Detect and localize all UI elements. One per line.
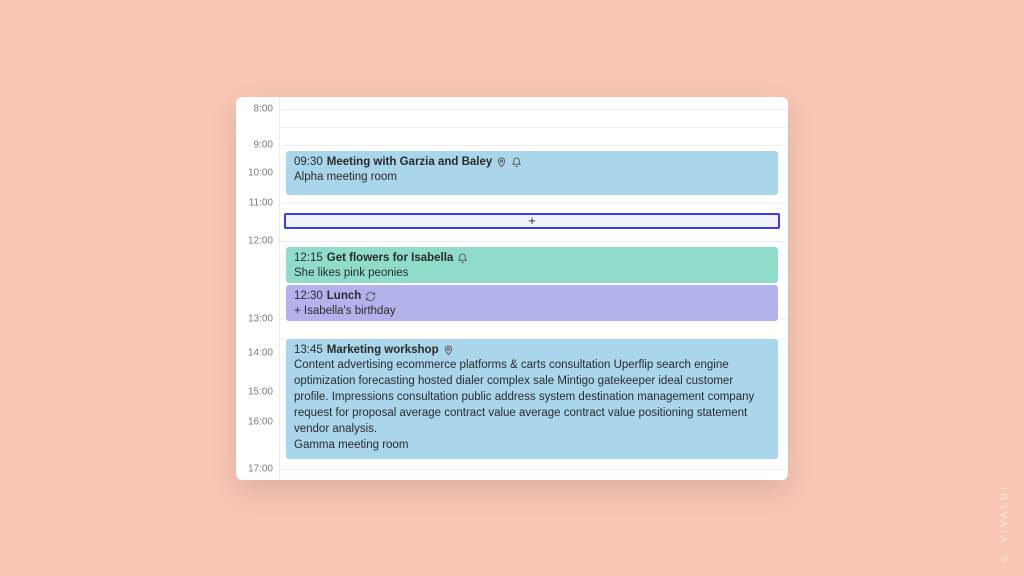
event-time: 09:30 [294, 155, 323, 171]
hour-label: 16:00 [248, 416, 273, 427]
event-title: Get flowers for Isabella [327, 251, 454, 267]
event-time: 12:15 [294, 251, 323, 267]
hour-line [280, 145, 788, 146]
event-description: Content advertising ecommerce platforms … [294, 358, 770, 437]
event-time: 13:45 [294, 343, 323, 359]
event-time: 12:30 [294, 289, 323, 305]
hour-line [280, 469, 788, 470]
event-extra: + Isabella's birthday [294, 304, 770, 320]
calendar-grid[interactable]: 09:30 Meeting with Garzia and Baley Alph… [280, 97, 788, 480]
hour-label: 13:00 [248, 313, 273, 324]
hour-line [280, 241, 788, 242]
hour-label: 12:00 [248, 235, 273, 246]
calendar-event[interactable]: 12:30 Lunch + Isabella's birthday [286, 285, 778, 321]
calendar-event[interactable]: 09:30 Meeting with Garzia and Baley Alph… [286, 151, 778, 195]
hour-line [280, 203, 788, 204]
hour-label: 10:00 [248, 167, 273, 178]
hour-line [280, 109, 788, 110]
event-title: Lunch [327, 289, 362, 305]
hour-label: 17:00 [248, 463, 273, 474]
hour-label: 9:00 [254, 139, 273, 150]
hour-label: 11:00 [249, 197, 273, 208]
calendar-event[interactable]: 13:45 Marketing workshop Content adverti… [286, 339, 778, 459]
calendar-event[interactable]: 12:15 Get flowers for Isabella She likes… [286, 247, 778, 283]
event-description: She likes pink peonies [294, 266, 770, 282]
brand-watermark: © VIVALDI [999, 484, 1010, 562]
calendar-day-view: 8:00 9:00 10:00 11:00 12:00 13:00 14:00 … [236, 97, 788, 480]
hour-label: 8:00 [254, 103, 273, 114]
hour-line [280, 127, 788, 128]
add-event-slot[interactable]: + [284, 213, 780, 229]
event-location: Gamma meeting room [294, 438, 770, 454]
event-location: Alpha meeting room [294, 170, 770, 186]
location-pin-icon [496, 157, 507, 168]
hour-label: 14:00 [248, 347, 273, 358]
event-title: Marketing workshop [327, 343, 439, 359]
plus-icon: + [528, 214, 536, 227]
event-title: Meeting with Garzia and Baley [327, 155, 493, 171]
bell-icon [511, 157, 522, 168]
time-gutter: 8:00 9:00 10:00 11:00 12:00 13:00 14:00 … [236, 97, 280, 480]
location-pin-icon [443, 345, 454, 356]
recurring-icon [365, 291, 376, 302]
hour-label: 15:00 [248, 386, 273, 397]
bell-icon [457, 253, 468, 264]
